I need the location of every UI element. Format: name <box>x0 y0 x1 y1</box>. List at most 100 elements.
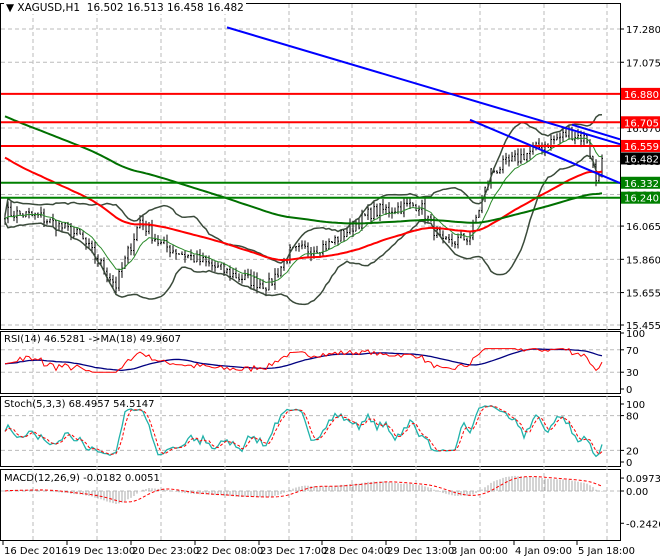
axis-label: 0 <box>626 385 632 396</box>
level-tag-label: 16.705 <box>624 118 659 129</box>
chart-title: ▼ XAGUSD,H1 16.502 16.513 16.458 16.482 <box>4 2 246 14</box>
stoch-label: Stoch(5,3,3) 68.4957 54.5147 <box>4 399 155 410</box>
axis-label: 30 <box>626 368 639 379</box>
candle <box>301 240 303 250</box>
candle <box>448 233 450 244</box>
candle <box>52 213 54 227</box>
candle <box>187 254 189 259</box>
candle <box>343 229 345 242</box>
time-label: 29 Dec 13:00 <box>387 546 454 557</box>
candle <box>466 237 468 246</box>
candle <box>25 211 27 218</box>
candle <box>142 214 144 231</box>
candle <box>79 229 81 235</box>
high-price: 16.513 <box>126 2 164 14</box>
candle <box>37 212 39 218</box>
candle <box>241 274 243 284</box>
candle <box>196 250 198 263</box>
candle <box>151 219 153 244</box>
candle <box>304 240 306 249</box>
candle <box>145 220 147 236</box>
candle <box>61 222 63 232</box>
candle <box>502 155 504 174</box>
candle <box>193 254 195 263</box>
candle <box>556 133 558 141</box>
candle <box>565 128 567 138</box>
candle <box>199 249 201 266</box>
candle <box>172 245 174 254</box>
candle <box>244 269 246 281</box>
candle <box>526 152 528 162</box>
candle <box>505 152 507 165</box>
trendline <box>226 26 621 146</box>
axis-label: 0.00 <box>626 487 648 498</box>
candle <box>538 138 540 149</box>
chart-window[interactable]: 16 Dec 2016 19 Dec 13:00 20 Dec 23:00 22 De… <box>0 0 660 560</box>
open-price: 16.502 <box>86 2 124 14</box>
candle <box>325 240 327 252</box>
candle <box>94 241 96 264</box>
candle <box>28 207 30 219</box>
candle <box>208 255 210 267</box>
axis-label: 80 <box>626 412 639 423</box>
candle <box>118 268 120 292</box>
time-label: 20 Dec 23:00 <box>132 546 199 557</box>
candle <box>277 268 279 278</box>
candle <box>454 241 456 249</box>
candle <box>238 273 240 283</box>
candle <box>175 248 177 260</box>
candle <box>412 202 414 207</box>
candle <box>31 210 33 217</box>
candle <box>511 151 513 162</box>
candle <box>274 268 276 290</box>
time-label: 4 Jan 09:00 <box>515 546 572 557</box>
time-label: 23 Dec 17:00 <box>260 546 327 557</box>
candle <box>373 201 375 221</box>
low-price: 16.458 <box>166 2 204 14</box>
price-label: 15.860 <box>626 255 660 266</box>
price-label: 15.655 <box>626 289 660 300</box>
candle <box>19 210 21 215</box>
candle <box>601 154 603 178</box>
candle <box>133 233 135 256</box>
candle <box>181 251 183 255</box>
candle <box>253 271 255 291</box>
candle <box>379 203 381 222</box>
axis-label: 100 <box>626 400 645 411</box>
candle <box>136 226 138 242</box>
time-label: 5 Jan 18:00 <box>578 546 635 557</box>
time-label: 22 Dec 08:00 <box>196 546 263 557</box>
candle <box>403 197 405 218</box>
candle <box>10 201 12 217</box>
candle <box>127 245 129 264</box>
candle <box>190 249 192 261</box>
collapse-triangle-icon[interactable]: ▼ <box>6 2 14 14</box>
level-tag-label: 16.240 <box>624 194 659 205</box>
candle <box>532 142 534 155</box>
axis-label: 100 <box>626 329 645 340</box>
time-label: 16 Dec 2016 <box>4 546 68 557</box>
candle <box>34 212 36 220</box>
time-label: 19 Dec 13:00 <box>68 546 135 557</box>
candle <box>226 267 228 274</box>
close-price: 16.482 <box>207 2 244 14</box>
candle <box>406 197 408 207</box>
candle <box>418 205 420 217</box>
candle <box>451 233 453 247</box>
candle <box>316 245 318 254</box>
candle <box>55 219 57 237</box>
candle <box>340 229 342 242</box>
candle <box>121 262 123 278</box>
level-tag-label: 16.482 <box>624 154 659 165</box>
candle <box>553 135 555 145</box>
candle <box>46 219 48 225</box>
candle <box>496 170 498 174</box>
candle <box>73 227 75 238</box>
candle <box>295 245 297 252</box>
candle <box>16 206 18 224</box>
price-label: 17.280 <box>626 25 660 36</box>
candle <box>331 241 333 244</box>
candle <box>49 218 51 224</box>
axis-label: 20 <box>626 446 639 457</box>
ma-slow <box>4 115 603 225</box>
